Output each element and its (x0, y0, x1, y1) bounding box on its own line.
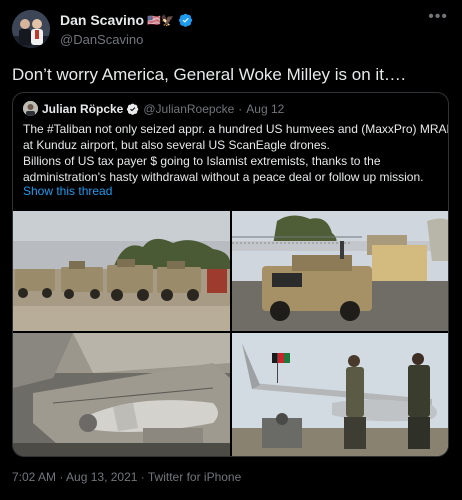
quoted-text-line: administration's hasty withdrawal withou… (23, 170, 424, 184)
author-handle[interactable]: @DanScavino (60, 32, 193, 47)
author-avatar[interactable] (12, 10, 50, 48)
meta-separator: · (238, 101, 243, 116)
quoted-tweet-date[interactable]: Aug 12 (246, 102, 284, 116)
show-thread-link[interactable]: Show this thread (23, 184, 112, 198)
footer-separator: · (137, 470, 148, 484)
tweet[interactable]: Dan Scavino 🇺🇸🦅 @DanScavino ••• Don’t wo… (0, 0, 462, 500)
author-line: Dan Scavino 🇺🇸🦅 (60, 12, 193, 28)
media-gallery (13, 211, 448, 456)
photo-taliban-scaneagle[interactable] (232, 333, 448, 456)
quoted-tweet[interactable]: Julian Röpcke @JulianRoepcke · Aug 12 Th… (12, 92, 449, 457)
photo-humvees-airfield[interactable] (13, 211, 230, 331)
photo-drone-crate[interactable] (13, 333, 230, 456)
tweet-footer: 7:02 AM · Aug 13, 2021 · Twitter for iPh… (12, 470, 241, 484)
more-horizontal-icon[interactable]: ••• (428, 9, 448, 25)
tweet-text: Don’t worry America, General Woke Milley… (12, 65, 406, 84)
quoted-author-handle[interactable]: @JulianRoepcke (143, 102, 234, 116)
quoted-tweet-header: Julian Röpcke @JulianRoepcke · Aug 12 (23, 101, 284, 116)
verified-badge-icon (179, 13, 193, 27)
author-block: Dan Scavino 🇺🇸🦅 @DanScavino (60, 12, 193, 47)
quoted-text-line: The #Taliban not only seized appr. a hun… (23, 122, 449, 136)
author-name[interactable]: Dan Scavino (60, 12, 144, 28)
verified-badge-icon (127, 103, 139, 115)
quoted-text-line: at Kunduz airport, but also several US S… (23, 138, 330, 152)
photo-humvee-compound[interactable] (232, 211, 448, 331)
quoted-tweet-text: The #Taliban not only seized appr. a hun… (23, 121, 449, 185)
quoted-author-avatar[interactable] (23, 101, 38, 116)
author-emoji: 🇺🇸🦅 (147, 14, 175, 27)
tweet-source[interactable]: Twitter for iPhone (148, 470, 241, 484)
quoted-text-line: Billions of US tax payer $ going to Isla… (23, 154, 381, 168)
tweet-timestamp[interactable]: 7:02 AM · Aug 13, 2021 (12, 470, 137, 484)
quoted-author-name[interactable]: Julian Röpcke (42, 102, 123, 116)
